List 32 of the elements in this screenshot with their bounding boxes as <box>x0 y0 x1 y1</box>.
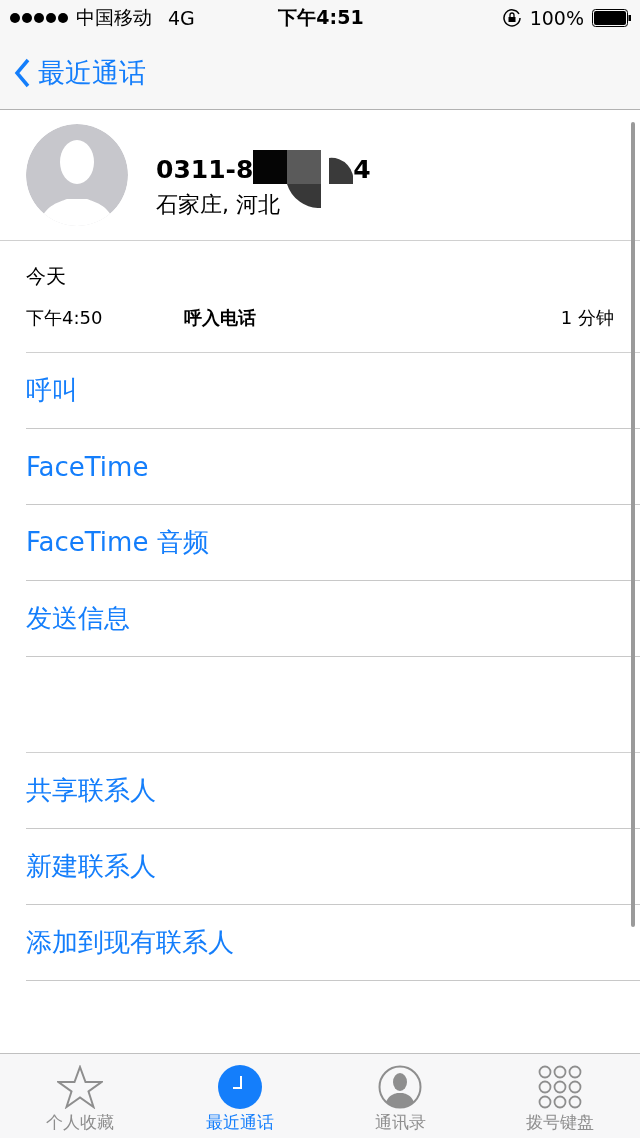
call-type: 呼入电话 <box>184 306 257 330</box>
carrier-name: 中国移动 <box>76 5 152 30</box>
clock-icon <box>218 1065 262 1109</box>
keypad-icon <box>538 1065 582 1109</box>
call-time: 下午4:50 <box>26 306 104 330</box>
action-link[interactable]: 新建联系人 <box>26 849 156 884</box>
status-time: 下午4:51 <box>278 6 364 28</box>
battery-icon <box>592 9 632 27</box>
action-link[interactable]: 发送信息 <box>26 601 130 636</box>
tab-button[interactable]: 拨号键盘 <box>480 1054 640 1138</box>
signal-icon <box>10 13 68 23</box>
back-button[interactable]: 最近通话 <box>14 54 146 91</box>
location-text: 石家庄, 河北 <box>156 191 281 219</box>
tab-button[interactable]: 最近通话 <box>160 1054 320 1138</box>
network-type: 4G <box>168 7 195 29</box>
phone-number: 4 <box>353 154 371 184</box>
date-heading: 今天 <box>25 263 67 290</box>
tab-button[interactable]: 通讯录 <box>320 1054 480 1138</box>
action-link[interactable]: 呼叫 <box>26 373 78 408</box>
person-icon <box>378 1065 422 1109</box>
action-link[interactable]: FaceTime 音频 <box>26 525 209 560</box>
action-link[interactable]: 共享联系人 <box>26 773 156 808</box>
action-link[interactable]: 添加到现有联系人 <box>26 925 234 960</box>
rotation-lock-icon <box>501 8 522 28</box>
battery-percent: 100% <box>529 7 584 29</box>
avatar-icon <box>26 124 128 226</box>
star-icon <box>57 1065 103 1109</box>
action-link[interactable]: FaceTime <box>26 451 149 482</box>
phone-number: 0311-8 <box>156 154 254 184</box>
call-duration: 1 分钟 <box>560 306 614 330</box>
tab-button[interactable]: 个人收藏 <box>0 1054 160 1138</box>
chevron-icon <box>14 57 30 88</box>
